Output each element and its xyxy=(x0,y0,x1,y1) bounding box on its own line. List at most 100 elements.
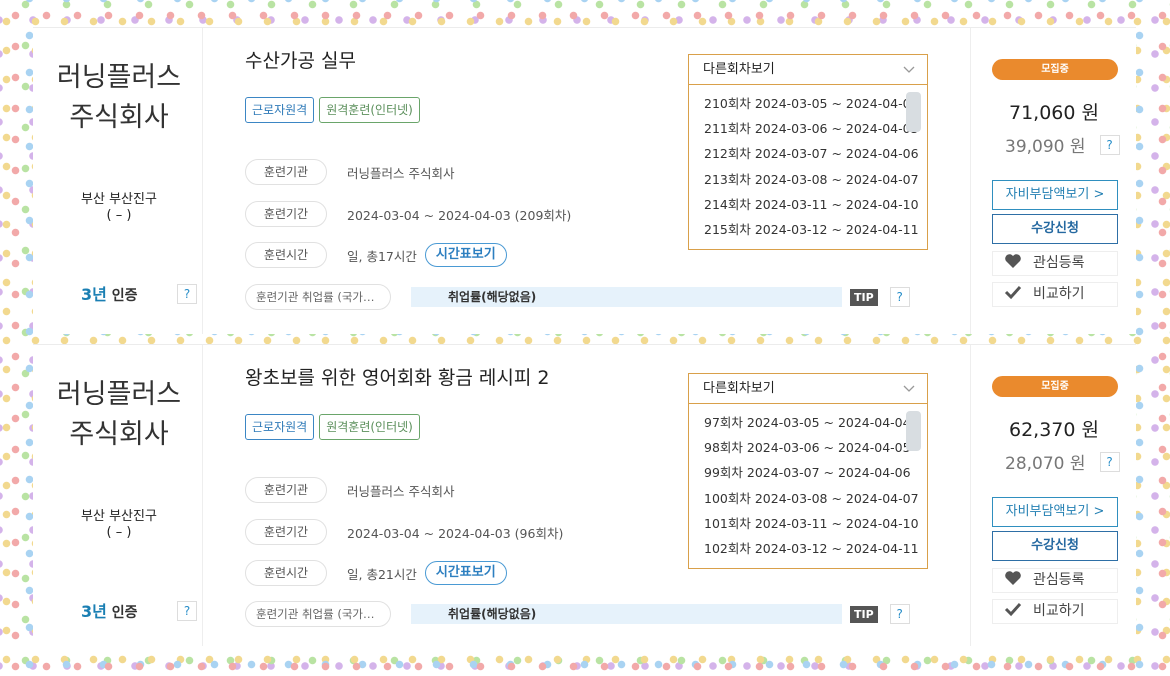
course-card: 러닝플러스 주식회사 부산 부산진구 ( – ) 3년 인증 ? 수산가공 실무… xyxy=(33,27,1136,334)
period-value: 2024-03-04 ~ 2024-04-03 (96회차) xyxy=(347,525,564,541)
period-label: 훈련기간 xyxy=(245,201,327,227)
employment-row: 훈련기관 취업률 (국가… 취업률(해당없음) TIP ? xyxy=(245,601,910,627)
status-badge: 모집중 xyxy=(992,59,1118,80)
employment-rate-bar: 취업률(해당없음) xyxy=(411,604,842,624)
institution-row: 훈련기관 러닝플러스 주식회사 xyxy=(245,159,454,185)
like-button[interactable]: 관심등록 xyxy=(992,568,1118,593)
heart-icon xyxy=(993,569,1033,592)
tag-worker-remote: 근로자원격 xyxy=(245,414,315,440)
tag-list: 근로자원격 원격훈련(인터넷) xyxy=(245,97,420,123)
institution-column: 러닝플러스 주식회사 부산 부산진구 ( – ) 3년 인증 ? xyxy=(33,28,203,334)
self-cost-button[interactable]: 자비부담액보기 > xyxy=(992,180,1118,210)
employment-help-button[interactable]: ? xyxy=(889,604,910,624)
period-row: 훈련기간 2024-03-04 ~ 2024-04-03 (209회차) xyxy=(245,201,571,227)
self-cost: 28,070 원 ? xyxy=(1005,449,1120,474)
tag-remote-training: 원격훈련(인터넷) xyxy=(319,414,420,440)
company-name[interactable]: 러닝플러스 주식회사 xyxy=(33,58,205,138)
round-option[interactable]: 215회차 2024-03-12 ~ 2024-04-11 xyxy=(704,217,927,242)
round-option[interactable]: 97회차 2024-03-05 ~ 2024-04-04 xyxy=(704,410,927,435)
self-cost-help-button[interactable]: ? xyxy=(1099,134,1120,155)
tag-remote-training: 원격훈련(인터넷) xyxy=(319,97,420,123)
schedule-button[interactable]: 시간표보기 xyxy=(424,561,507,585)
price: 62,370 원 xyxy=(1008,419,1099,441)
course-title[interactable]: 수산가공 실무 xyxy=(245,46,356,73)
institution-row: 훈련기관 러닝플러스 주식회사 xyxy=(245,477,454,503)
cert-help-button[interactable]: ? xyxy=(177,601,197,621)
schedule-button[interactable]: 시간표보기 xyxy=(424,243,507,267)
round-option[interactable]: 211회차 2024-03-06 ~ 2024-04-05 xyxy=(704,116,927,141)
heart-icon xyxy=(993,252,1033,275)
employment-label[interactable]: 훈련기관 취업률 (국가… xyxy=(245,601,391,627)
tip-badge[interactable]: TIP xyxy=(850,288,878,306)
price-column: 모집중 62,370 원 28,070 원 ? 자비부담액보기 > 수강신청 관… xyxy=(970,345,1136,646)
employment-help-button[interactable]: ? xyxy=(889,287,910,307)
self-cost-value: 39,090 원 xyxy=(1005,137,1086,157)
time-row: 훈련시간 일, 총17시간 시간표보기 xyxy=(245,242,507,268)
round-option[interactable]: 98회차 2024-03-06 ~ 2024-04-05 xyxy=(704,435,927,460)
certification: 3년 인증 xyxy=(81,281,138,305)
tip-badge[interactable]: TIP xyxy=(850,605,878,623)
check-icon xyxy=(993,600,1033,623)
institution-column: 러닝플러스 주식회사 부산 부산진구 ( – ) 3년 인증 ? xyxy=(33,345,203,646)
institution-label: 훈련기관 xyxy=(245,477,327,503)
like-button[interactable]: 관심등록 xyxy=(992,251,1118,276)
compare-label: 비교하기 xyxy=(1033,603,1085,619)
other-rounds-select[interactable]: 다른회차보기 97회차 2024-03-05 ~ 2024-04-04 98회차… xyxy=(688,373,928,569)
employment-row: 훈련기관 취업률 (국가… 취업률(해당없음) TIP ? xyxy=(245,284,910,310)
region: 부산 부산진구 ( – ) xyxy=(81,509,157,540)
round-option[interactable]: 102회차 2024-03-12 ~ 2024-04-11 xyxy=(704,536,927,561)
self-cost-button[interactable]: 자비부담액보기 > xyxy=(992,497,1118,527)
round-option[interactable]: 212회차 2024-03-07 ~ 2024-04-06 xyxy=(704,141,927,166)
other-rounds-label: 다른회차보기 xyxy=(703,62,775,77)
employment-rate-bar: 취업률(해당없음) xyxy=(411,287,842,307)
round-option[interactable]: 213회차 2024-03-08 ~ 2024-04-07 xyxy=(704,167,927,192)
time-value: 일, 총21시간 xyxy=(347,566,417,582)
other-rounds-header[interactable]: 다른회차보기 xyxy=(689,55,927,85)
cert-years: 3년 xyxy=(81,285,107,304)
company-name[interactable]: 러닝플러스 주식회사 xyxy=(33,375,205,455)
round-option[interactable]: 101회차 2024-03-11 ~ 2024-04-10 xyxy=(704,511,927,536)
apply-button[interactable]: 수강신청 xyxy=(992,531,1118,561)
scrollbar-thumb[interactable] xyxy=(906,92,921,132)
chevron-down-icon xyxy=(903,374,915,415)
cert-years: 3년 xyxy=(81,602,107,621)
course-title[interactable]: 왕초보를 위한 영어회화 황금 레시피 2 xyxy=(245,363,550,390)
self-cost-value: 28,070 원 xyxy=(1005,454,1086,474)
period-row: 훈련기간 2024-03-04 ~ 2024-04-03 (96회차) xyxy=(245,519,563,545)
round-option[interactable]: 100회차 2024-03-08 ~ 2024-04-07 xyxy=(704,486,927,511)
scrollbar-thumb[interactable] xyxy=(906,411,921,451)
apply-button[interactable]: 수강신청 xyxy=(992,214,1118,244)
other-rounds-header[interactable]: 다른회차보기 xyxy=(689,374,927,404)
region: 부산 부산진구 ( – ) xyxy=(81,192,157,223)
time-label: 훈련시간 xyxy=(245,560,327,586)
tag-list: 근로자원격 원격훈련(인터넷) xyxy=(245,414,420,440)
price-column: 모집중 71,060 원 39,090 원 ? 자비부담액보기 > 수강신청 관… xyxy=(970,28,1136,334)
round-option[interactable]: 210회차 2024-03-05 ~ 2024-04-04 xyxy=(704,91,927,116)
employment-label[interactable]: 훈련기관 취업률 (국가… xyxy=(245,284,391,310)
round-option[interactable]: 99회차 2024-03-07 ~ 2024-04-06 xyxy=(704,460,927,485)
institution-value: 러닝플러스 주식회사 xyxy=(347,483,455,499)
check-icon xyxy=(993,283,1033,306)
other-rounds-label: 다른회차보기 xyxy=(703,381,775,396)
compare-button[interactable]: 비교하기 xyxy=(992,599,1118,624)
time-value: 일, 총17시간 xyxy=(347,248,417,264)
other-rounds-select[interactable]: 다른회차보기 210회차 2024-03-05 ~ 2024-04-04 211… xyxy=(688,54,928,250)
self-cost-help-button[interactable]: ? xyxy=(1099,451,1120,472)
like-label: 관심등록 xyxy=(1033,255,1085,271)
time-row: 훈련시간 일, 총21시간 시간표보기 xyxy=(245,560,507,586)
period-value: 2024-03-04 ~ 2024-04-03 (209회차) xyxy=(347,207,572,223)
self-cost: 39,090 원 ? xyxy=(1005,132,1120,157)
chevron-down-icon xyxy=(903,55,915,96)
cert-label: 인증 xyxy=(111,605,138,621)
cert-label: 인증 xyxy=(111,288,138,304)
institution-value: 러닝플러스 주식회사 xyxy=(347,165,455,181)
cert-help-button[interactable]: ? xyxy=(177,284,197,304)
price: 71,060 원 xyxy=(1008,102,1099,124)
compare-button[interactable]: 비교하기 xyxy=(992,282,1118,307)
time-label: 훈련시간 xyxy=(245,242,327,268)
period-label: 훈련기간 xyxy=(245,519,327,545)
round-option[interactable]: 214회차 2024-03-11 ~ 2024-04-10 xyxy=(704,192,927,217)
status-badge: 모집중 xyxy=(992,376,1118,397)
round-list: 97회차 2024-03-05 ~ 2024-04-04 98회차 2024-0… xyxy=(689,404,927,561)
certification: 3년 인증 xyxy=(81,598,138,622)
